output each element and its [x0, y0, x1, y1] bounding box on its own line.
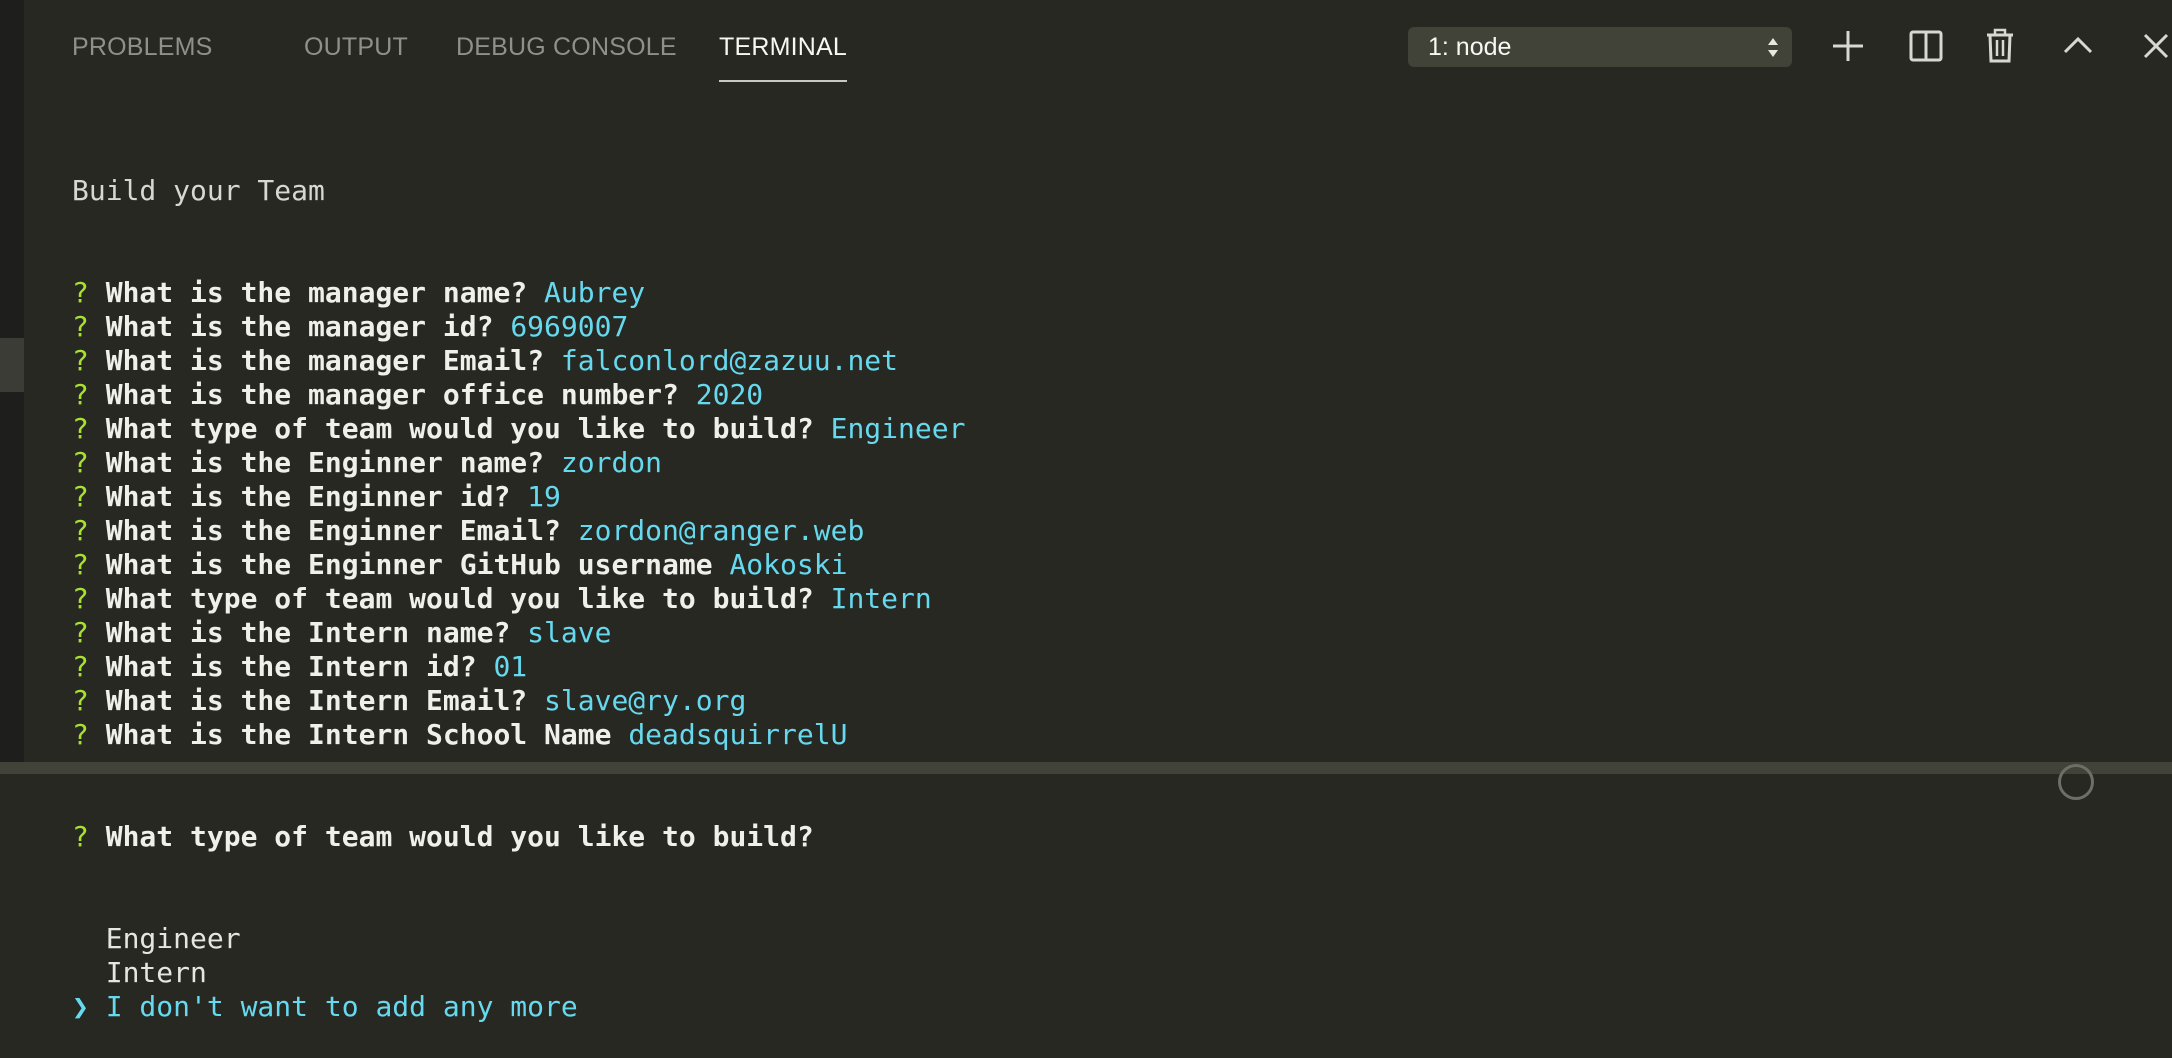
terminal-qa-line: ? What is the Enginner GitHub username A…	[72, 548, 965, 582]
terminal-qa-line: ? What is the Enginner name? zordon	[72, 446, 965, 480]
prompt-symbol: ?	[72, 310, 89, 343]
prompt-symbol: ?	[72, 480, 89, 513]
choice-list: Engineer Intern ❯ I don't want to add any…	[72, 922, 965, 1024]
pointer-spacer	[72, 956, 89, 989]
question-text: What is the Intern School Name	[105, 718, 612, 751]
choice-label: Intern	[105, 956, 207, 989]
tab-terminal[interactable]: TERMINAL	[719, 28, 848, 84]
answer-text: 19	[527, 480, 561, 513]
terminal-select[interactable]: 1: node	[1408, 27, 1792, 67]
answer-text: falconlord@zazuu.net	[560, 344, 899, 377]
answer-text: deadsquirrelU	[628, 718, 848, 751]
terminal-qa-line: ? What is the Enginner id? 19	[72, 480, 965, 514]
choice-label: I don't want to add any more	[105, 990, 578, 1023]
answer-text: Aokoski	[729, 548, 848, 581]
prompt-symbol: ?	[72, 412, 89, 445]
answer-text: slave@ry.org	[544, 684, 747, 717]
terminal-qa-line: ? What is the Enginner Email? zordon@ran…	[72, 514, 965, 548]
question-text: What is the manager name?	[105, 276, 528, 309]
terminal-qa-line: ? What type of team would you like to bu…	[72, 412, 965, 446]
question-text: What is the manager id?	[105, 310, 494, 343]
terminal-select-value: 1: node	[1428, 33, 1512, 61]
answer-text: Aubrey	[544, 276, 646, 309]
tab-output[interactable]: OUTPUT	[304, 28, 408, 84]
answer-text: 01	[493, 650, 528, 683]
question-text: What is the manager office number?	[105, 378, 679, 411]
question-text: What is the Enginner Email?	[105, 514, 561, 547]
question-text: What is the Enginner GitHub username	[105, 548, 713, 581]
circle-icon	[2058, 764, 2094, 800]
choice-option[interactable]: Engineer	[72, 922, 965, 956]
question-text: What is the Intern Email?	[105, 684, 528, 717]
terminal-heading: Build your Team	[72, 174, 325, 207]
terminal-qa-line: ? What is the manager id? 6969007	[72, 310, 965, 344]
prompt-symbol: ?	[72, 514, 89, 547]
answer-text: Intern	[830, 582, 932, 615]
terminal-qa-line: ? What is the manager Email? falconlord@…	[72, 344, 965, 378]
question-text: What is the Intern id?	[105, 650, 477, 683]
tab-debug-console[interactable]: DEBUG CONSOLE	[456, 28, 677, 84]
status-strip	[0, 762, 2172, 800]
terminal-qa-line: ? What is the Intern id? 01	[72, 650, 965, 684]
chevron-up-icon[interactable]	[2056, 24, 2100, 68]
choice-label: Engineer	[105, 922, 241, 955]
prompt-symbol: ?	[72, 718, 89, 751]
prompt-symbol: ?	[72, 582, 89, 615]
terminal-qa-line: ? What is the Intern name? slave	[72, 616, 965, 650]
answer-text: zordon@ranger.web	[577, 514, 865, 547]
prompt-symbol: ?	[72, 616, 89, 649]
select-arrows-icon	[1766, 27, 1780, 67]
answer-text: 2020	[695, 378, 764, 411]
prompt-symbol: ?	[72, 820, 89, 853]
question-text: What is the Enginner id?	[105, 480, 511, 513]
question-text: What type of team would you like to buil…	[105, 412, 814, 445]
terminal-qa-line: ? What is the Intern Email? slave@ry.org	[72, 684, 965, 718]
prompt-symbol: ?	[72, 446, 89, 479]
plus-icon[interactable]	[1826, 24, 1870, 68]
gutter-highlight	[0, 338, 24, 392]
question-text: What type of team would you like to buil…	[105, 582, 814, 615]
choice-option[interactable]: ❯ I don't want to add any more	[72, 990, 965, 1024]
prompt-symbol: ?	[72, 548, 89, 581]
prompt-symbol: ?	[72, 650, 89, 683]
pointer-spacer	[72, 922, 89, 955]
terminal-qa-line: ? What is the manager office number? 202…	[72, 378, 965, 412]
current-question-line: ? What type of team would you like to bu…	[72, 820, 965, 854]
answer-text: 6969007	[510, 310, 629, 343]
question-text: What is the Intern name?	[105, 616, 511, 649]
prompt-symbol: ?	[72, 378, 89, 411]
current-question: What type of team would you like to buil…	[105, 820, 814, 853]
terminal-output[interactable]: Build your Team ? What is the manager na…	[72, 106, 965, 1058]
activity-gutter	[0, 0, 24, 774]
prompt-symbol: ?	[72, 344, 89, 377]
answer-text: slave	[527, 616, 612, 649]
terminal-qa-line: ? What is the manager name? Aubrey	[72, 276, 965, 310]
choice-option[interactable]: Intern	[72, 956, 965, 990]
answer-text: zordon	[560, 446, 663, 479]
terminal-qa-line: ? What is the Intern School Name deadsqu…	[72, 718, 965, 752]
qa-list: ? What is the manager name? Aubrey? What…	[72, 276, 965, 752]
close-icon[interactable]	[2134, 24, 2172, 68]
question-text: What is the Enginner name?	[105, 446, 545, 479]
pointer-icon: ❯	[72, 990, 89, 1023]
answer-text: Engineer	[830, 412, 966, 445]
question-text: What is the manager Email?	[105, 344, 545, 377]
prompt-symbol: ?	[72, 684, 89, 717]
trash-icon[interactable]	[1978, 24, 2022, 68]
tab-problems[interactable]: PROBLEMS	[72, 28, 213, 84]
split-terminal-icon[interactable]	[1904, 24, 1948, 68]
prompt-symbol: ?	[72, 276, 89, 309]
terminal-qa-line: ? What type of team would you like to bu…	[72, 582, 965, 616]
